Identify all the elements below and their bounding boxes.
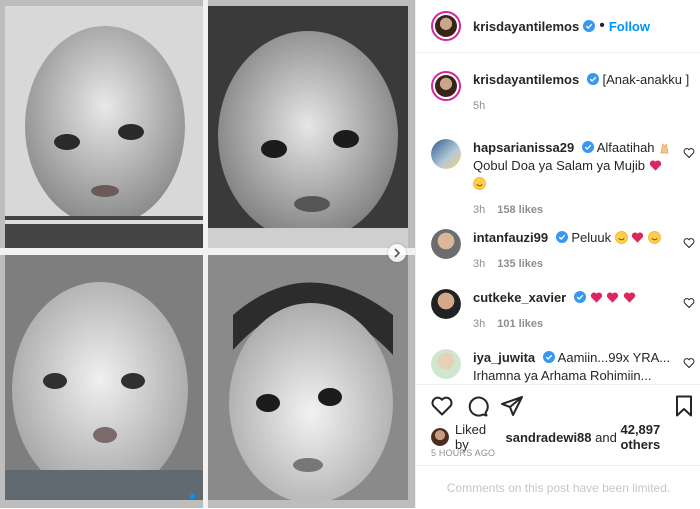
red-heart-emoji-icon [590,292,602,303]
verified-badge-icon [586,73,599,85]
verified-badge-icon [573,291,586,303]
author-username[interactable]: krisdayantilemos [473,19,579,34]
post-panel: krisdayantilemos • Follow krisdayantilem… [415,0,700,508]
post-timestamp[interactable]: 5 HOURS AGO [431,448,495,458]
verified-badge-icon [583,20,596,32]
caption-username[interactable]: krisdayantilemos [473,72,579,87]
comment-username[interactable]: intanfauzi99 [473,230,548,245]
author-avatar[interactable] [431,71,461,101]
commenter-avatar[interactable] [431,349,461,379]
hugging-face-emoji-icon [648,231,661,244]
caption: krisdayantilemos [Anak-anakku ] 5h [431,71,691,115]
comment-item: iya_juwita Aamiin...99x YRA... Irhamna y… [431,349,691,383]
chevron-right-icon [394,248,401,258]
hugging-face-emoji-icon [614,231,628,244]
liker-avatar[interactable] [431,428,449,446]
red-heart-emoji-icon [623,292,635,303]
comment-likes[interactable]: 158 likes [497,204,543,216]
baby-photo-4 [208,255,408,500]
baby-photo-3 [5,255,203,500]
baby-photo-1 [5,6,203,248]
likes-count[interactable]: 42,897 others [620,422,700,452]
comment-username[interactable]: iya_juwita [473,350,535,365]
comment-likes[interactable]: 135 likes [497,258,543,270]
red-heart-emoji-icon [649,160,661,171]
likes-connector: and [595,429,617,445]
baby-photo-2 [208,6,408,248]
collage-divider [0,248,415,255]
bookmark-icon[interactable] [672,394,696,418]
verified-badge-icon [542,351,555,363]
comment-username[interactable]: hapsarianissa29 [473,140,574,155]
commenter-avatar[interactable] [431,289,461,319]
post-header: krisdayantilemos • Follow [416,0,700,53]
red-heart-emoji-icon [632,232,644,243]
comment-likes[interactable]: 101 likes [497,318,543,330]
comment-text: Aamiin...99x YRA... [557,350,671,365]
post-photo[interactable] [0,0,415,508]
author-avatar[interactable] [431,11,461,41]
heart-icon[interactable] [430,394,454,418]
next-image-button[interactable] [388,244,406,262]
comment-text: Peluuk [571,230,612,245]
comments-list[interactable]: krisdayantilemos [Anak-anakku ] 5h hapsa… [416,53,700,383]
comment-text-line2: Qobul Doa ya Salam ya Mujib [473,158,645,173]
carousel-indicator [190,494,195,499]
follow-button[interactable]: Follow [609,19,650,34]
comment-text: Alfaatihah [596,140,655,155]
like-comment-heart-icon[interactable] [683,147,695,159]
commenter-avatar[interactable] [431,139,461,169]
carousel-dot [190,494,195,499]
comment-time[interactable]: 3h [473,318,485,330]
caption-text: [Anak-anakku ] [602,72,690,87]
caption-time[interactable]: 5h [473,100,485,112]
comment-item: hapsarianissa29 Alfaatihah Qobul Doa ya … [431,139,691,219]
action-bar [416,384,700,425]
like-comment-heart-icon[interactable] [683,237,695,249]
like-comment-heart-icon[interactable] [683,357,695,369]
smiling-face-emoji-icon [473,177,486,190]
like-comment-heart-icon[interactable] [683,297,695,309]
share-icon[interactable] [500,394,524,418]
comment-icon[interactable] [465,394,489,418]
comments-limited-notice: Comments on this post have been limited. [416,465,700,509]
comment-time[interactable]: 3h [473,204,485,216]
verified-badge-icon [581,141,594,153]
separator-dot: • [599,17,605,34]
comment-item: cutkeke_xavier 3h 101 likes [431,289,691,333]
red-heart-emoji-icon [606,292,619,303]
verified-badge-icon [555,231,568,243]
comment-time[interactable]: 3h [473,258,485,270]
folded-hands-emoji-icon [660,143,669,154]
comment-text-line2: Irhamna ya Arhama Rohimiin... [473,368,652,383]
commenter-avatar[interactable] [431,229,461,259]
liker-username[interactable]: sandradewi88 [506,430,592,445]
comment-item: intanfauzi99 Peluuk 3h 135 likes [431,229,691,273]
comment-username[interactable]: cutkeke_xavier [473,290,566,305]
